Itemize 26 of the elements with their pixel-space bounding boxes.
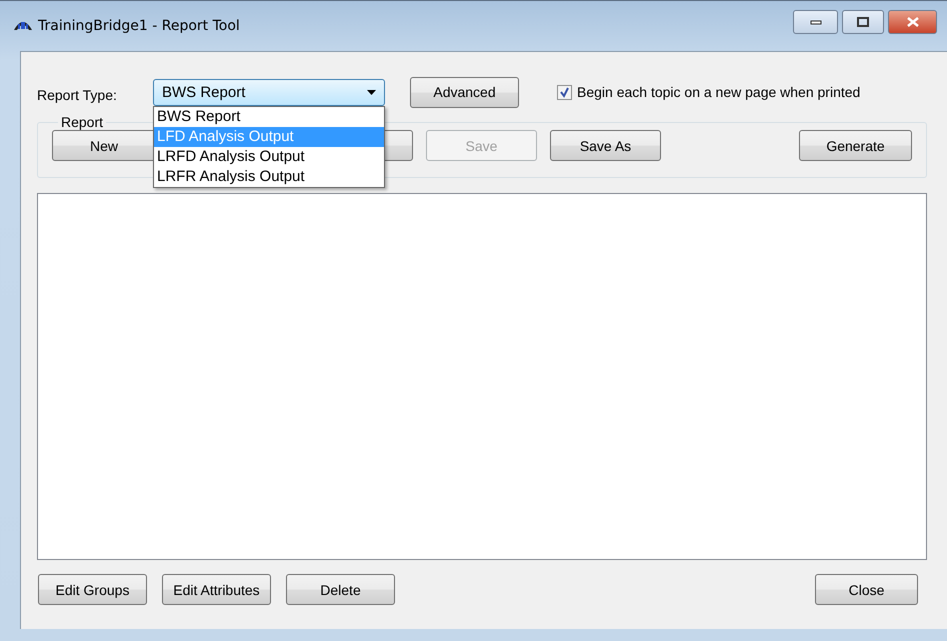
bridge-icon (14, 21, 32, 30)
dropdown-option[interactable]: BWS Report (154, 107, 384, 127)
report-button[interactable]: Save As (550, 130, 661, 161)
window-title: TrainingBridge1 - Report Tool (38, 18, 240, 34)
report-button[interactable]: Generate (799, 130, 912, 161)
group-legend: Report (58, 114, 106, 130)
dropdown-option[interactable]: LRFR Analysis Output (154, 167, 384, 187)
dropdown-option[interactable]: LRFD Analysis Output (154, 147, 384, 167)
checkbox[interactable] (557, 84, 572, 100)
action-button[interactable]: Close (815, 574, 918, 605)
action-button[interactable]: Delete (286, 574, 395, 605)
advanced-button[interactable]: Advanced (410, 76, 519, 108)
minimize-icon (810, 18, 822, 24)
action-button[interactable]: Edit Attributes (162, 574, 271, 605)
maximize-button[interactable] (842, 10, 884, 34)
close-button[interactable] (888, 10, 937, 34)
close-icon (906, 16, 918, 26)
report-button[interactable]: New (52, 130, 156, 161)
caret-icon (367, 90, 376, 94)
maximize-icon (857, 16, 869, 26)
checkbox-label: Begin each topic on a new page when printed (577, 84, 860, 100)
action-button[interactable]: Edit Groups (38, 574, 147, 605)
report-type-dropdown[interactable]: BWS Report (153, 78, 385, 106)
field-label: Report Type: (37, 86, 118, 103)
check-icon (559, 86, 570, 98)
minimize-button[interactable] (793, 10, 838, 34)
